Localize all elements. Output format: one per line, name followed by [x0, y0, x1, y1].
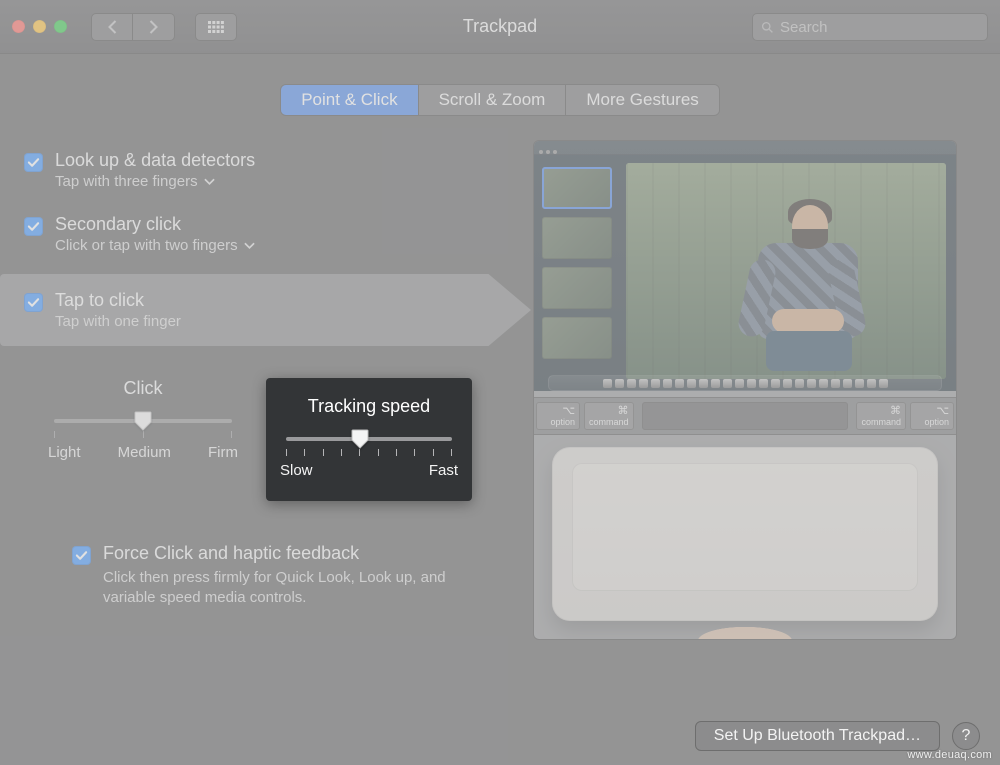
- preview-screen: [534, 141, 956, 391]
- click-slider-thumb[interactable]: [134, 411, 152, 431]
- option-force-click[interactable]: Force Click and haptic feedback Click th…: [18, 543, 523, 609]
- zoom-window-button[interactable]: [54, 20, 67, 33]
- chevron-down-icon: [204, 178, 215, 186]
- key-command-left: ⌘command: [584, 402, 634, 430]
- option-tap-to-click-row[interactable]: Tap to click Tap with one finger: [0, 274, 523, 346]
- tab-bar: Point & Click Scroll & Zoom More Gesture…: [280, 84, 720, 116]
- show-all-button[interactable]: [195, 13, 237, 41]
- search-icon: [761, 20, 774, 35]
- close-window-button[interactable]: [12, 20, 25, 33]
- forward-button[interactable]: [133, 13, 175, 41]
- option-secondary-click[interactable]: Secondary click Click or tap with two fi…: [18, 204, 523, 268]
- check-icon: [27, 296, 40, 309]
- window-controls: [12, 20, 67, 33]
- preview-keyboard-row: ⌥option ⌘command ⌘command ⌥option: [534, 397, 956, 435]
- option-secondary-subtitle: Click or tap with two fingers: [55, 237, 238, 254]
- click-slider-box: Click Light Medium Firm: [48, 378, 238, 501]
- tab-point-and-click[interactable]: Point & Click: [281, 85, 418, 115]
- option-lookup-title: Look up & data detectors: [55, 150, 255, 171]
- key-command-right: ⌘command: [856, 402, 906, 430]
- preview-menubar: [534, 141, 956, 155]
- preview-trackpad: [552, 447, 938, 621]
- tracking-slider-labels: Slow Fast: [280, 462, 458, 479]
- preview-thumbnails: [542, 167, 612, 359]
- checkbox-tap-to-click[interactable]: [24, 293, 43, 312]
- check-icon: [27, 156, 40, 169]
- checkbox-force-click[interactable]: [72, 546, 91, 565]
- key-spacebar: [642, 402, 849, 430]
- preview-dock: [548, 375, 942, 391]
- tracking-speed-card: Tracking speed Slow Fast: [266, 378, 472, 501]
- chevron-right-icon: [148, 19, 159, 35]
- preview-photo: [626, 163, 946, 379]
- tracking-label-fast: Fast: [429, 462, 458, 479]
- gesture-preview: ⌥option ⌘command ⌘command ⌥option: [533, 140, 957, 640]
- option-forceclick-subtitle: Click then press firmly for Quick Look, …: [103, 568, 483, 609]
- click-slider-track[interactable]: [54, 419, 232, 423]
- tracking-slider-thumb[interactable]: [351, 429, 369, 449]
- click-slider-labels: Light Medium Firm: [48, 444, 238, 461]
- key-option-left: ⌥option: [536, 402, 580, 430]
- tab-scroll-and-zoom[interactable]: Scroll & Zoom: [419, 85, 567, 115]
- bottom-bar: Set Up Bluetooth Trackpad… ?: [695, 721, 980, 751]
- tracking-slider-title: Tracking speed: [280, 396, 458, 417]
- sliders-row: Click Light Medium Firm Tracking speed: [48, 378, 523, 501]
- option-lookup[interactable]: Look up & data detectors Tap with three …: [18, 140, 523, 204]
- option-taptoclick-title: Tap to click: [55, 290, 181, 311]
- click-label-firm: Firm: [208, 444, 238, 461]
- grid-icon: [208, 21, 224, 33]
- preview-person: [726, 199, 876, 369]
- preview-thumb: [542, 217, 612, 259]
- preferences-window: Trackpad Point & Click Scroll & Zoom Mor…: [0, 0, 1000, 765]
- checkbox-secondary-click[interactable]: [24, 217, 43, 236]
- options-column: Look up & data detectors Tap with three …: [18, 140, 523, 640]
- preview-thumb: [542, 167, 612, 209]
- option-forceclick-title: Force Click and haptic feedback: [103, 543, 483, 564]
- option-secondary-menu[interactable]: Click or tap with two fingers: [55, 237, 255, 254]
- click-label-light: Light: [48, 444, 81, 461]
- preview-thumb: [542, 317, 612, 359]
- click-label-medium: Medium: [118, 444, 171, 461]
- titlebar: Trackpad: [0, 0, 1000, 54]
- tracking-label-slow: Slow: [280, 462, 313, 479]
- check-icon: [27, 220, 40, 233]
- chevron-down-icon: [244, 242, 255, 250]
- key-option-right: ⌥option: [910, 402, 954, 430]
- option-lookup-menu[interactable]: Tap with three fingers: [55, 173, 255, 190]
- help-button[interactable]: ?: [952, 722, 980, 750]
- watermark: www.deuaq.com: [907, 749, 992, 761]
- back-button[interactable]: [91, 13, 133, 41]
- tracking-slider-ticks: [286, 449, 452, 456]
- click-slider-title: Click: [48, 378, 238, 399]
- tracking-slider-track[interactable]: [286, 437, 452, 441]
- check-icon: [75, 549, 88, 562]
- minimize-window-button[interactable]: [33, 20, 46, 33]
- option-secondary-title: Secondary click: [55, 214, 255, 235]
- preview-thumb: [542, 267, 612, 309]
- chevron-left-icon: [107, 19, 118, 35]
- option-lookup-subtitle: Tap with three fingers: [55, 173, 198, 190]
- setup-bluetooth-trackpad-button[interactable]: Set Up Bluetooth Trackpad…: [695, 721, 940, 751]
- checkbox-lookup[interactable]: [24, 153, 43, 172]
- search-input[interactable]: [780, 19, 979, 36]
- nav-back-forward: [91, 13, 175, 41]
- search-field[interactable]: [752, 13, 988, 41]
- option-taptoclick-subtitle: Tap with one finger: [55, 313, 181, 330]
- click-slider-ticks: [54, 431, 232, 438]
- tab-more-gestures[interactable]: More Gestures: [566, 85, 718, 115]
- preview-hand: [685, 623, 805, 640]
